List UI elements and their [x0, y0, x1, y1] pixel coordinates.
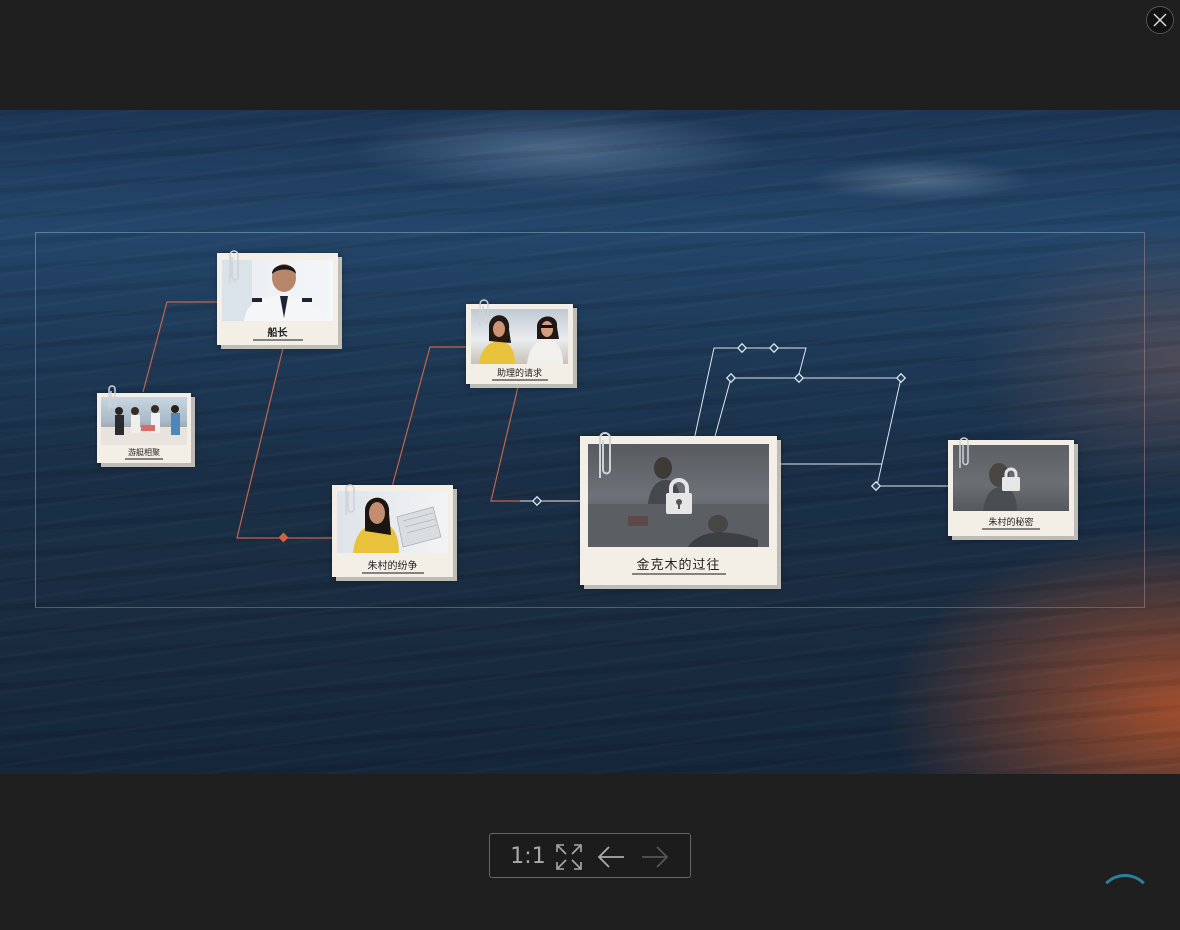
story-map-image: 游艇相聚 船长 朱村的纷争 助理的请求 金克木的过往 朱村的秘密 — [0, 110, 1180, 774]
arrow-left-icon — [597, 845, 624, 868]
link-jinkemu-upper — [693, 347, 807, 441]
card-caption: 金克木的过往 — [636, 558, 721, 573]
card-caption: 游艇相聚 — [128, 448, 160, 457]
story-card-zhucun-secret[interactable]: 朱村的秘密 — [948, 437, 1074, 536]
link-node-diamond — [768, 342, 780, 354]
viewer-toolbar: 1:1 — [489, 833, 691, 878]
close-icon — [1153, 13, 1167, 27]
caption-underline — [253, 339, 303, 341]
story-card-yacht[interactable]: 游艇相聚 — [97, 385, 191, 463]
card-caption: 船长 — [267, 328, 288, 339]
paperclip-icon — [229, 250, 239, 283]
link-captain-zhucun — [236, 347, 334, 539]
lock-icon — [1001, 465, 1021, 493]
arrow-right-icon — [642, 845, 669, 868]
link-node-diamond — [793, 372, 805, 384]
lock-icon — [664, 476, 694, 516]
caption-underline — [362, 572, 424, 574]
card-caption: 助理的请求 — [496, 369, 542, 379]
link-yacht-captain — [142, 301, 220, 393]
caption-underline — [632, 573, 726, 575]
actual-size-button[interactable]: 1:1 — [508, 834, 548, 879]
link-node-diamond — [736, 342, 748, 354]
link-node-diamond — [870, 480, 882, 492]
paperclip-icon — [599, 432, 611, 478]
story-card-captain[interactable]: 船长 — [217, 250, 338, 345]
paperclip-icon — [479, 299, 489, 326]
story-card-zhucun[interactable]: 朱村的纷争 — [332, 484, 453, 577]
caption-underline — [492, 379, 548, 381]
close-button[interactable] — [1146, 6, 1174, 34]
link-node-diamond — [725, 372, 737, 384]
story-card-assistant[interactable]: 助理的请求 — [466, 299, 573, 384]
link-node-diamond — [531, 495, 543, 507]
card-caption: 朱村的秘密 — [988, 518, 1034, 528]
next-button[interactable] — [640, 834, 670, 879]
loading-spinner — [1097, 874, 1153, 930]
expand-icon — [556, 843, 582, 870]
link-node-diamond — [895, 372, 907, 384]
caption-underline — [982, 528, 1040, 530]
link-zhucun-assistant — [391, 346, 470, 488]
link-node-diamond — [278, 532, 289, 543]
story-card-jinkemu[interactable]: 金克木的过往 — [580, 432, 777, 585]
paperclip-icon — [345, 484, 355, 515]
caption-underline — [125, 458, 163, 460]
link-assistant-jinkemu — [490, 386, 582, 502]
fullscreen-button[interactable] — [554, 834, 584, 879]
paperclip-icon — [108, 385, 116, 409]
previous-button[interactable] — [596, 834, 626, 879]
card-caption: 朱村的纷争 — [367, 561, 418, 572]
paperclip-icon — [959, 437, 969, 468]
